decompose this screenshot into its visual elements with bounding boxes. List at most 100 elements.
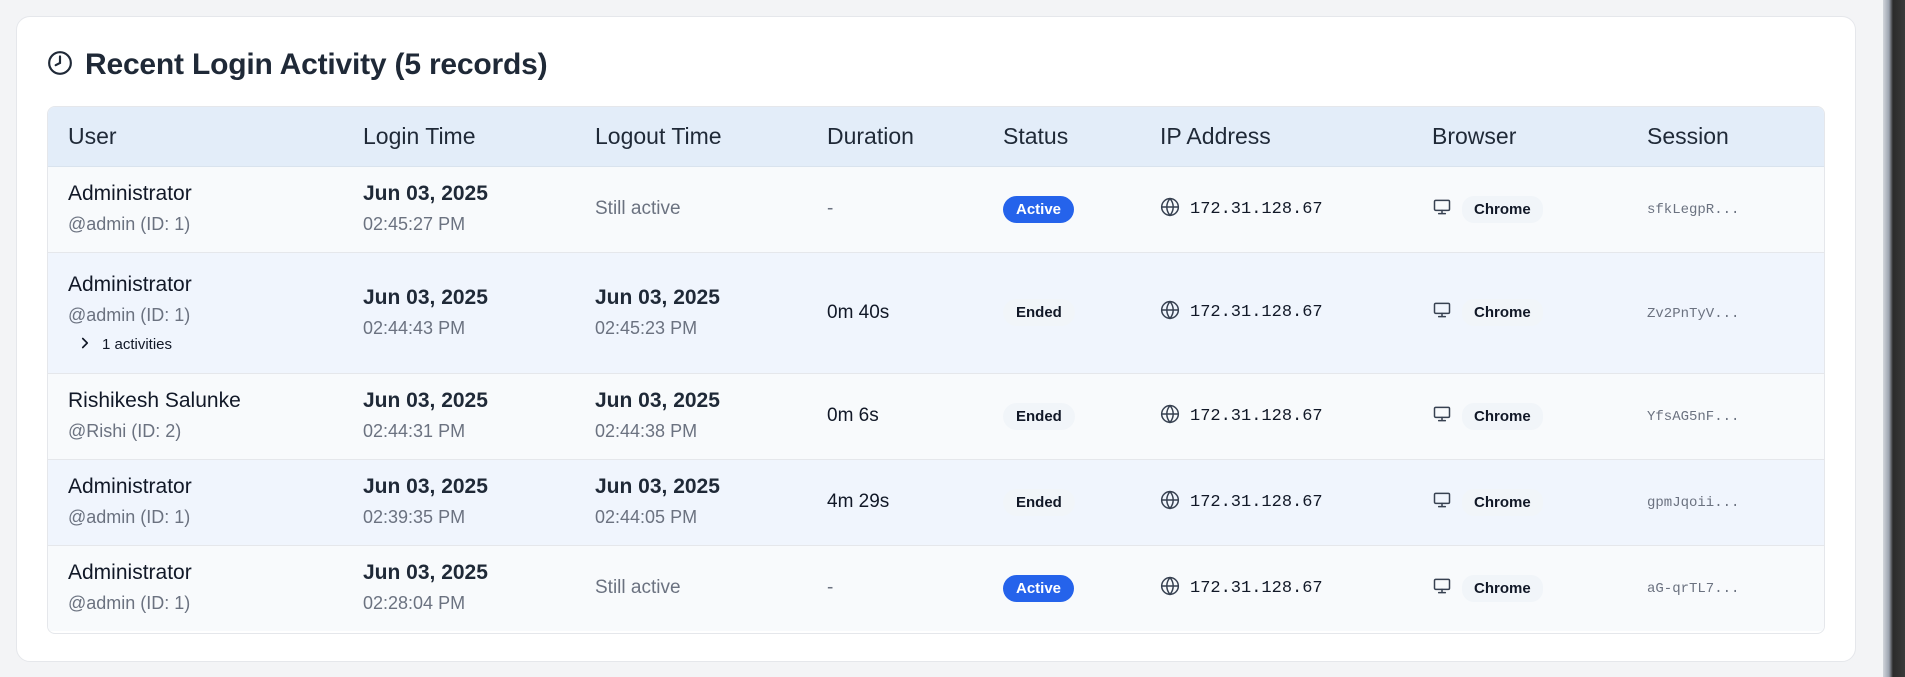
login-time-cell: Jun 03, 2025 02:45:27 PM: [343, 166, 575, 252]
session-id: gpmJqoii...: [1647, 495, 1740, 511]
logout-status-text: Still active: [595, 198, 681, 219]
user-handle: @admin (ID: 1): [68, 214, 191, 234]
status-cell: Active: [983, 545, 1140, 631]
user-handle: @admin (ID: 1): [68, 593, 191, 614]
page-title: Recent Login Activity (5 records): [85, 48, 548, 81]
login-time: 02:39:35 PM: [363, 507, 466, 527]
login-time: 02:45:27 PM: [363, 214, 466, 234]
duration: 0m 6s: [827, 405, 879, 426]
ip-address: 172.31.128.67: [1190, 406, 1323, 426]
login-time-cell: Jun 03, 2025 02:39:35 PM: [343, 459, 575, 545]
user-cell: Administrator @admin (ID: 1): [48, 166, 343, 252]
user-handle: @admin (ID: 1): [68, 507, 191, 527]
status-badge: Active: [1003, 195, 1075, 223]
column-header-user[interactable]: User: [48, 107, 343, 167]
browser-cell: Chrome: [1412, 252, 1627, 373]
table-row[interactable]: Administrator @admin (ID: 1) Jun 03, 202…: [48, 459, 1824, 545]
login-date: Jun 03, 2025: [363, 561, 488, 585]
globe-icon: [1160, 300, 1180, 325]
logout-time: 02:45:23 PM: [595, 317, 698, 338]
duration: 4m 29s: [827, 491, 890, 512]
table-row[interactable]: Administrator @admin (ID: 1) Jun 03, 202…: [48, 166, 1824, 252]
duration-cell: 0m 6s: [807, 373, 983, 459]
status-cell: Ended: [983, 252, 1140, 373]
logout-date: Jun 03, 2025: [595, 475, 720, 498]
table-row[interactable]: Administrator @admin (ID: 1) 1 activitie…: [48, 252, 1824, 373]
session-cell: YfsAG5nF...: [1627, 373, 1824, 459]
logout-time: 02:44:05 PM: [595, 507, 698, 527]
ip-address: 172.31.128.67: [1190, 492, 1323, 512]
ip-address: 172.31.128.67: [1190, 303, 1323, 322]
duration: -: [827, 577, 834, 599]
ip-cell: 172.31.128.67: [1140, 459, 1412, 545]
session-cell: gpmJqoii...: [1627, 459, 1824, 545]
logout-time-cell: Jun 03, 2025 02:44:38 PM: [575, 373, 807, 459]
column-header-duration[interactable]: Duration: [807, 107, 983, 167]
user-name: Administrator: [68, 272, 192, 296]
column-header-browser[interactable]: Browser: [1412, 107, 1627, 167]
card-header: Recent Login Activity (5 records): [47, 45, 548, 85]
table-row[interactable]: Rishikesh Salunke @Rishi (ID: 2) Jun 03,…: [48, 373, 1824, 459]
monitor-icon: [1432, 576, 1452, 601]
logout-time-cell: Jun 03, 2025 02:44:05 PM: [575, 459, 807, 545]
column-header-ip-address[interactable]: IP Address: [1140, 107, 1412, 167]
login-time-cell: Jun 03, 2025 02:44:43 PM: [343, 252, 575, 373]
status-cell: Ended: [983, 373, 1140, 459]
login-time: 02:28:04 PM: [363, 593, 466, 614]
window-edge: [1883, 0, 1905, 677]
table-header-row: User Login Time Logout Time Duration Sta…: [48, 107, 1824, 167]
user-cell: Rishikesh Salunke @Rishi (ID: 2): [48, 373, 343, 459]
session-id: YfsAG5nF...: [1647, 409, 1740, 425]
monitor-icon: [1432, 490, 1452, 515]
user-name: Rishikesh Salunke: [68, 389, 241, 412]
clock-icon: [47, 50, 73, 81]
browser-chip: Chrome: [1462, 574, 1543, 602]
chevron-right-icon: [76, 334, 94, 356]
user-cell: Administrator @admin (ID: 1): [48, 459, 343, 545]
session-cell: aG-qrTL7...: [1627, 545, 1824, 631]
user-cell: Administrator @admin (ID: 1) 1 activitie…: [48, 252, 343, 373]
session-cell: sfkLegpR...: [1627, 166, 1824, 252]
ip-cell: 172.31.128.67: [1140, 166, 1412, 252]
logout-time: 02:44:38 PM: [595, 421, 698, 441]
column-header-logout-time[interactable]: Logout Time: [575, 107, 807, 167]
activities-toggle[interactable]: 1 activities: [76, 334, 343, 356]
status-cell: Ended: [983, 459, 1140, 545]
login-time-cell: Jun 03, 2025 02:44:31 PM: [343, 373, 575, 459]
globe-icon: [1160, 576, 1180, 601]
user-name: Administrator: [68, 182, 192, 205]
logout-time-cell: Jun 03, 2025 02:45:23 PM: [575, 252, 807, 373]
table-row[interactable]: Administrator @admin (ID: 1) Jun 03, 202…: [48, 545, 1824, 631]
status-badge: Ended: [1003, 488, 1075, 516]
user-name: Administrator: [68, 561, 192, 585]
duration: -: [827, 198, 834, 219]
ip-cell: 172.31.128.67: [1140, 252, 1412, 373]
browser-chip: Chrome: [1462, 402, 1543, 430]
ip-cell: 172.31.128.67: [1140, 373, 1412, 459]
column-header-status[interactable]: Status: [983, 107, 1140, 167]
browser-chip: Chrome: [1462, 488, 1543, 516]
login-date: Jun 03, 2025: [363, 182, 488, 205]
logout-time-cell: Still active: [575, 545, 807, 631]
status-cell: Active: [983, 166, 1140, 252]
login-time-cell: Jun 03, 2025 02:28:04 PM: [343, 545, 575, 631]
session-id: Zv2PnTyV...: [1647, 305, 1740, 322]
globe-icon: [1160, 490, 1180, 515]
column-header-session[interactable]: Session: [1627, 107, 1824, 167]
login-time: 02:44:43 PM: [363, 317, 466, 338]
monitor-icon: [1432, 404, 1452, 429]
globe-icon: [1160, 197, 1180, 222]
browser-chip: Chrome: [1462, 299, 1543, 326]
logout-status-text: Still active: [595, 577, 681, 599]
browser-chip: Chrome: [1462, 195, 1543, 223]
globe-icon: [1160, 404, 1180, 429]
browser-cell: Chrome: [1412, 545, 1627, 631]
monitor-icon: [1432, 300, 1452, 325]
browser-cell: Chrome: [1412, 166, 1627, 252]
user-handle: @admin (ID: 1): [68, 304, 191, 325]
activities-count: 1 activities: [102, 336, 173, 353]
duration-cell: -: [807, 166, 983, 252]
ip-address: 172.31.128.67: [1190, 578, 1323, 598]
column-header-login-time[interactable]: Login Time: [343, 107, 575, 167]
status-badge: Ended: [1003, 402, 1075, 430]
